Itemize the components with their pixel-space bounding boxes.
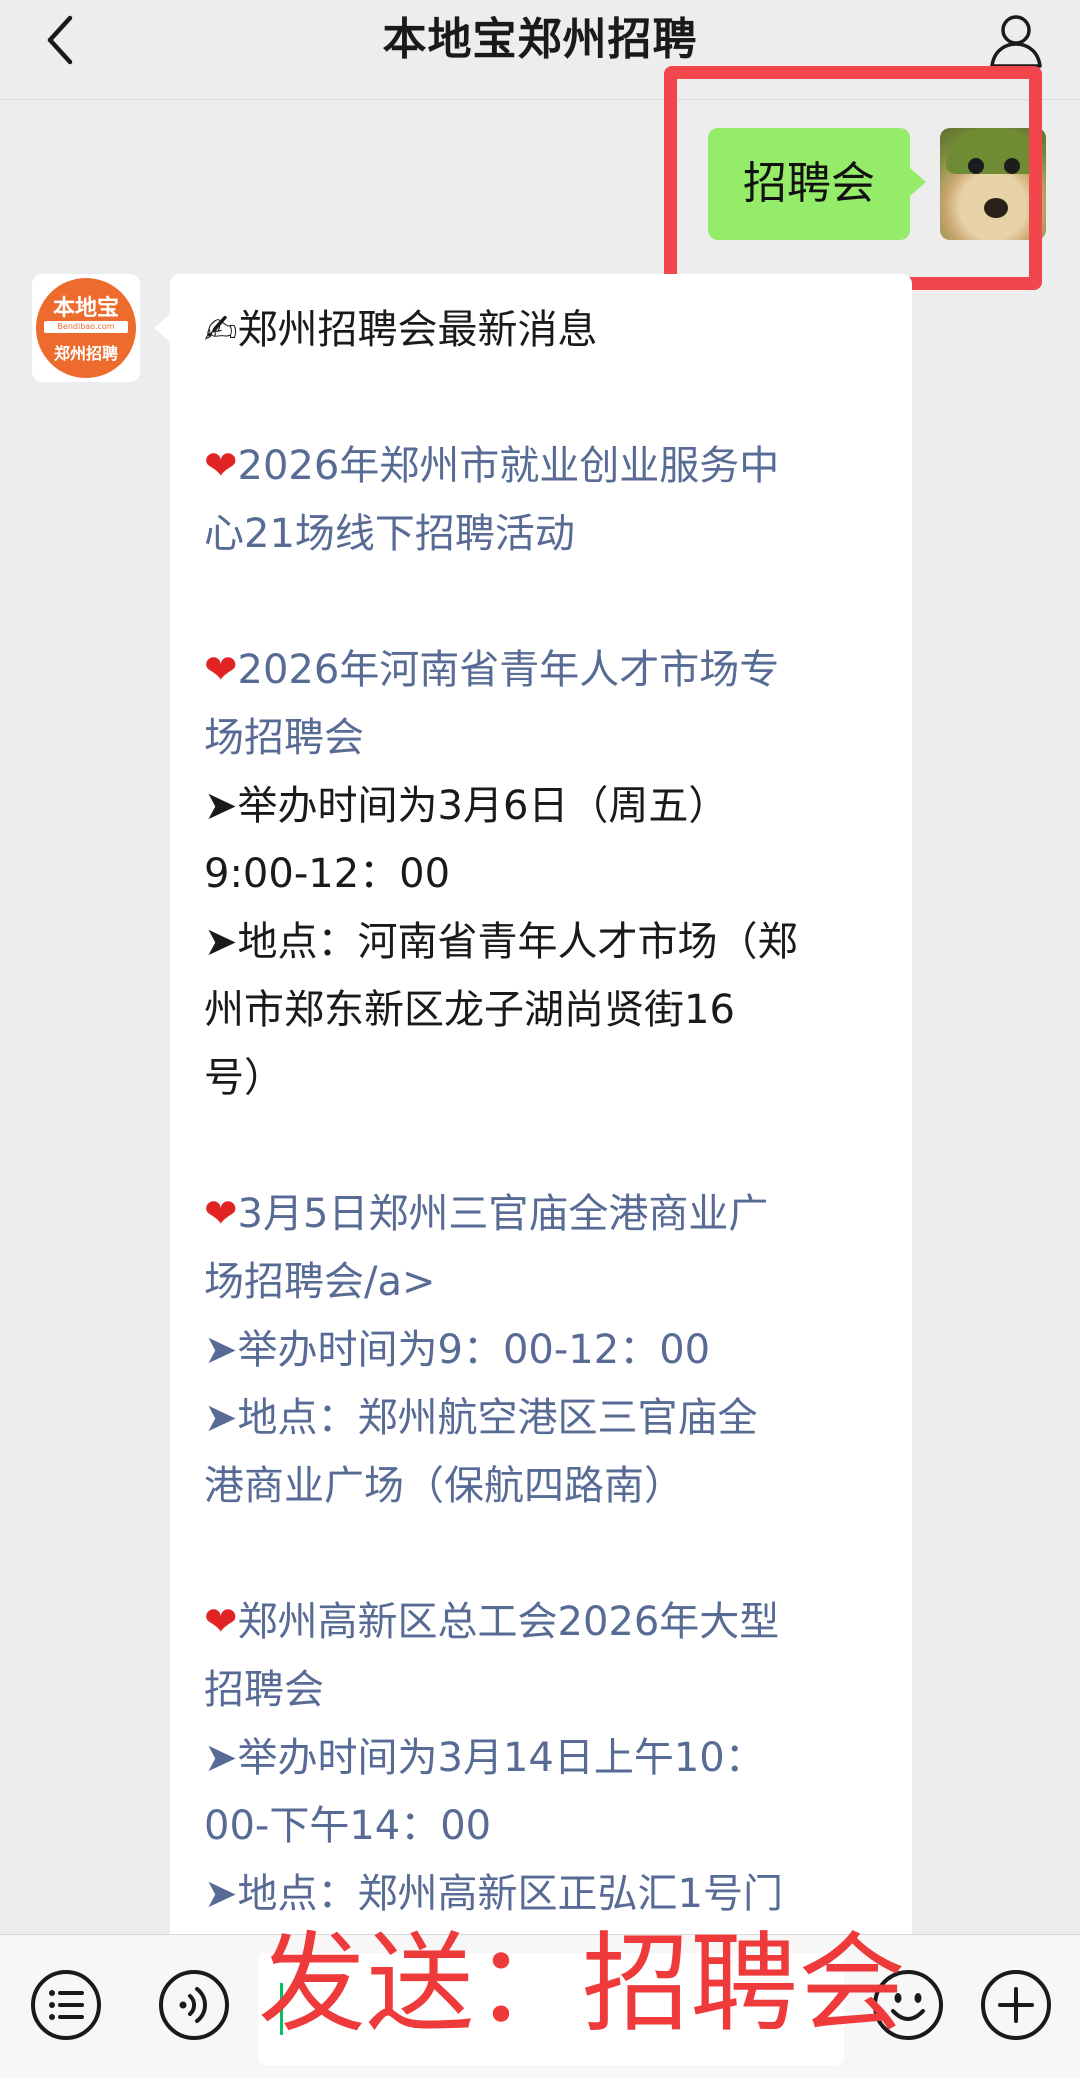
bubble-tail xyxy=(154,314,170,342)
event-link-line[interactable]: ❤3月5日郑州三官庙全港商业广 xyxy=(204,1180,878,1248)
heart-icon: ❤ xyxy=(204,647,238,693)
event-detail-line: ➤地点：河南省青年人才市场（郑 xyxy=(204,919,798,965)
event-link-line[interactable]: ➤地点：郑州高新区正弘汇1号门 xyxy=(204,1860,878,1928)
heart-icon: ❤ xyxy=(204,443,238,489)
event-link-text[interactable]: 3月5日郑州三官庙全港商业广 xyxy=(238,1191,769,1237)
event-detail-line: 州市郑东新区龙子湖尚贤街16 xyxy=(204,987,735,1033)
event-link-line[interactable]: 00-下午14：00 xyxy=(204,1792,878,1860)
event-detail-line: 9:00-12：00 xyxy=(204,851,451,897)
profile-icon[interactable] xyxy=(986,10,1046,70)
event-link-text[interactable]: 郑州高新区总工会2026年大型 xyxy=(238,1599,780,1645)
send-instruction-overlay: 发送：招聘会 xyxy=(258,1922,907,2047)
highlight-frame xyxy=(664,66,1042,290)
official-account-avatar[interactable]: 本地宝 Bendibao.com 郑州招聘 xyxy=(32,274,140,382)
event-link-line[interactable]: 场招聘会/a> xyxy=(204,1248,878,1316)
event-link-line[interactable]: 港商业广场（保航四路南） xyxy=(204,1452,878,1520)
logo-brand-text: 本地宝 xyxy=(52,295,119,321)
event-link-line[interactable]: ➤地点：郑州航空港区三官庙全 xyxy=(204,1384,878,1452)
event-link-line[interactable]: 场招聘会 xyxy=(204,704,878,772)
event-link-line[interactable]: ❤2026年郑州市就业创业服务中 xyxy=(204,432,878,500)
menu-list-icon[interactable] xyxy=(28,1967,104,2043)
plus-icon[interactable] xyxy=(978,1967,1054,2043)
logo-city-text: 郑州招聘 xyxy=(53,344,118,363)
event-link-text[interactable]: 2026年河南省青年人才市场专 xyxy=(238,647,780,693)
bot-message-bubble: ✍郑州招聘会最新消息 ❤2026年郑州市就业创业服务中 心21场线下招聘活动 ❤… xyxy=(170,274,912,1954)
event-link-line[interactable]: 心21场线下招聘活动 xyxy=(204,500,878,568)
message-heading: ✍郑州招聘会最新消息 xyxy=(204,307,598,353)
event-link-line[interactable]: ❤郑州高新区总工会2026年大型 xyxy=(204,1588,878,1656)
event-link-text[interactable]: 2026年郑州市就业创业服务中 xyxy=(238,443,780,489)
heart-icon: ❤ xyxy=(204,1599,238,1645)
event-detail-line: 号） xyxy=(204,1055,284,1101)
logo-url-text: Bendibao.com xyxy=(44,321,128,333)
event-detail-line: ➤举办时间为3月6日（周五） xyxy=(204,783,729,829)
event-link-line[interactable]: ➤举办时间为9：00-12：00 xyxy=(204,1316,878,1384)
chat-title: 本地宝郑州招聘 xyxy=(382,14,698,65)
event-link-line[interactable]: ➤举办时间为3月14日上午10： xyxy=(204,1724,878,1792)
voice-icon[interactable] xyxy=(156,1967,232,2043)
event-link-line[interactable]: ❤2026年河南省青年人才市场专 xyxy=(204,636,878,704)
event-link-line[interactable]: 招聘会 xyxy=(204,1656,878,1724)
heart-icon: ❤ xyxy=(204,1191,238,1237)
